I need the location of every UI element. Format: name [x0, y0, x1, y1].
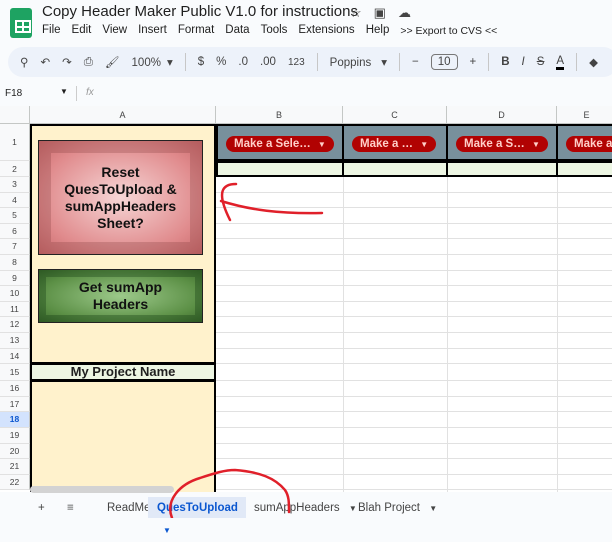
move-folder-icon[interactable]: ▣	[374, 5, 386, 21]
font-size-decrease[interactable]: −	[412, 56, 419, 68]
chevron-down-icon[interactable]: ▼	[163, 526, 171, 535]
cloud-status-icon[interactable]: ☁	[398, 5, 411, 21]
font-select[interactable]: Poppins ▾	[330, 55, 387, 69]
star-icon[interactable]: ☆	[350, 5, 362, 21]
print-icon[interactable]: ⎙	[84, 56, 93, 69]
name-box[interactable]: F18	[5, 88, 22, 99]
menu-export-csv[interactable]: >> Export to CVS <<	[400, 25, 497, 37]
zoom-value: 100%	[131, 57, 161, 69]
menu-insert[interactable]: Insert	[138, 24, 167, 37]
document-title[interactable]: Copy Header Maker Public V1.0 for instru…	[42, 3, 358, 20]
menu-format[interactable]: Format	[178, 24, 214, 37]
redo-icon[interactable]: ↷	[62, 55, 72, 69]
formula-input[interactable]	[105, 86, 605, 101]
strikethrough-button[interactable]: S	[537, 56, 545, 68]
menu-data[interactable]: Data	[225, 24, 249, 37]
percent-button[interactable]: %	[216, 56, 226, 68]
italic-button[interactable]: I	[522, 56, 525, 68]
text-color-button[interactable]: A	[556, 55, 565, 70]
divider	[316, 53, 318, 71]
currency-button[interactable]: $	[198, 56, 204, 68]
font-size-input[interactable]: 10	[430, 54, 458, 70]
search-icon[interactable]: ⚲	[20, 55, 28, 69]
menu-bar: File Edit View Insert Format Data Tools …	[42, 24, 497, 37]
decrease-decimal-button[interactable]: .0	[238, 56, 248, 68]
annotation-arrow	[219, 182, 324, 222]
divider	[76, 86, 77, 101]
menu-file[interactable]: File	[42, 24, 61, 37]
annotation-circle	[169, 468, 291, 518]
name-box-dropdown-icon[interactable]: ▼	[60, 87, 68, 96]
number-format-button[interactable]: 123	[288, 57, 305, 68]
sheets-logo[interactable]	[10, 8, 32, 38]
divider	[488, 53, 490, 71]
menu-tools[interactable]: Tools	[261, 24, 288, 37]
undo-icon[interactable]: ↶	[40, 55, 50, 69]
spreadsheet-grid[interactable]: A B C D E 22 21 20 19 18 17 16 15 14 13 12 11 10 9 8 7 6…	[0, 106, 612, 492]
divider	[399, 53, 400, 71]
fill-color-icon[interactable]: ◆	[589, 55, 598, 69]
fx-icon: fx	[86, 87, 94, 98]
menu-edit[interactable]: Edit	[72, 24, 92, 37]
toolbar: ⚲ ↶ ↷ ⎙ 🖌 100% ▾ $ % .0 .00 123 Poppins ▾ …	[8, 47, 612, 77]
font-size-increase[interactable]: +	[470, 56, 477, 68]
menu-extensions[interactable]: Extensions	[298, 24, 354, 37]
menu-view[interactable]: View	[102, 24, 127, 37]
formula-bar: F18 ▼ fx	[0, 84, 612, 104]
font-value: Poppins	[329, 57, 372, 69]
divider	[576, 53, 578, 71]
menu-help[interactable]: Help	[366, 24, 390, 37]
zoom-select[interactable]: 100% ▾	[132, 55, 173, 69]
bold-button[interactable]: B	[501, 56, 509, 68]
divider	[184, 53, 186, 71]
increase-decimal-button[interactable]: .00	[260, 56, 276, 68]
paint-format-icon[interactable]: 🖌	[105, 55, 120, 69]
